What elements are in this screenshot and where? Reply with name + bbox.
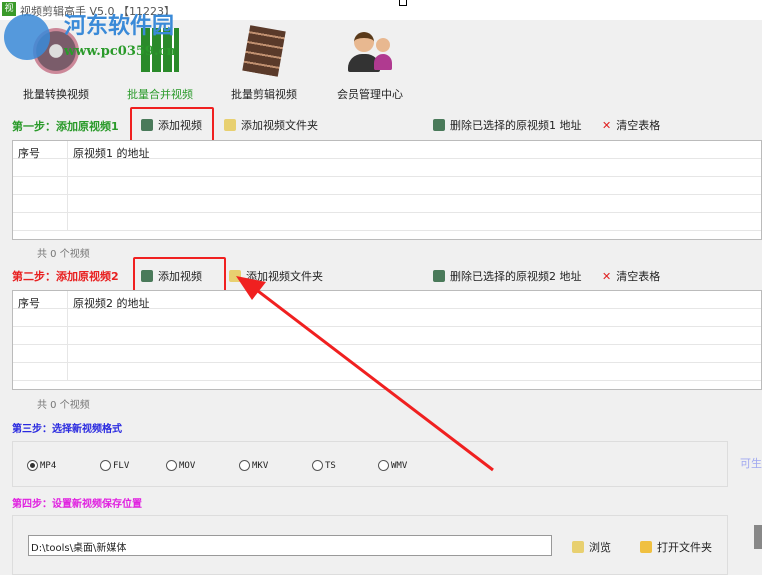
annotation-arrow [236,276,494,472]
